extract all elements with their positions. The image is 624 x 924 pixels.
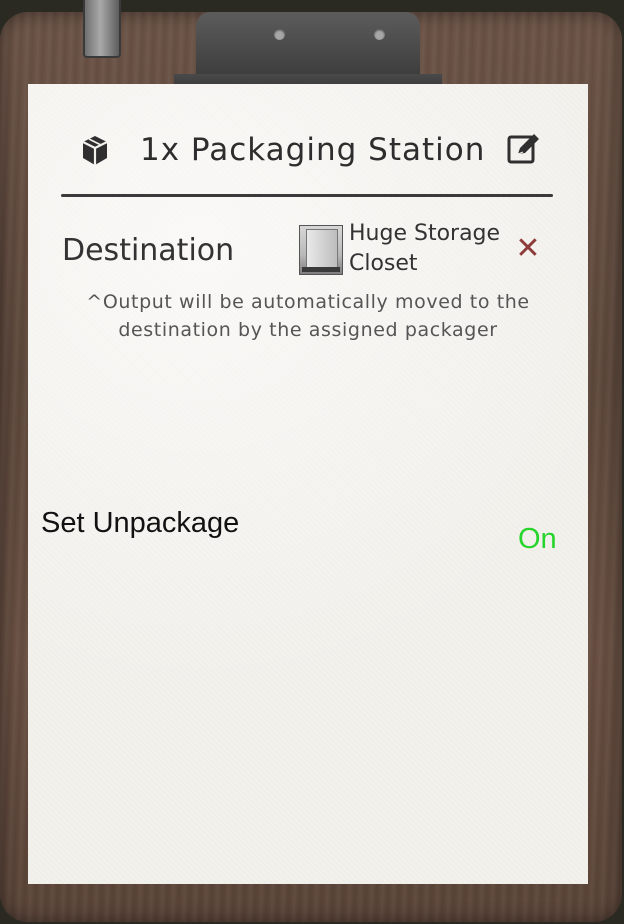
closet-base (302, 267, 340, 272)
set-unpackage-label: Set Unpackage (41, 507, 240, 539)
closet-door (306, 229, 338, 269)
set-unpackage-toggle[interactable]: On (518, 521, 557, 557)
clip-top (196, 12, 420, 74)
header-divider (61, 194, 553, 197)
clip-hole (374, 29, 385, 40)
hanging-pin (83, 0, 121, 58)
storage-closet-thumbnail[interactable] (299, 225, 343, 275)
paper-sheet: 1x Packaging Station Destination Huge St… (28, 84, 588, 884)
remove-destination-button[interactable]: ✕ (515, 234, 541, 264)
panel-header: 1x Packaging Station (28, 130, 588, 174)
page-title: 1x Packaging Station (140, 132, 486, 168)
package-icon (80, 134, 110, 168)
clip-hole (274, 29, 285, 40)
edit-icon[interactable] (506, 132, 540, 166)
destination-label: Destination (62, 233, 235, 268)
destination-name[interactable]: Huge Storage Closet (349, 219, 519, 279)
destination-note: ^Output will be automatically moved to t… (86, 291, 530, 341)
